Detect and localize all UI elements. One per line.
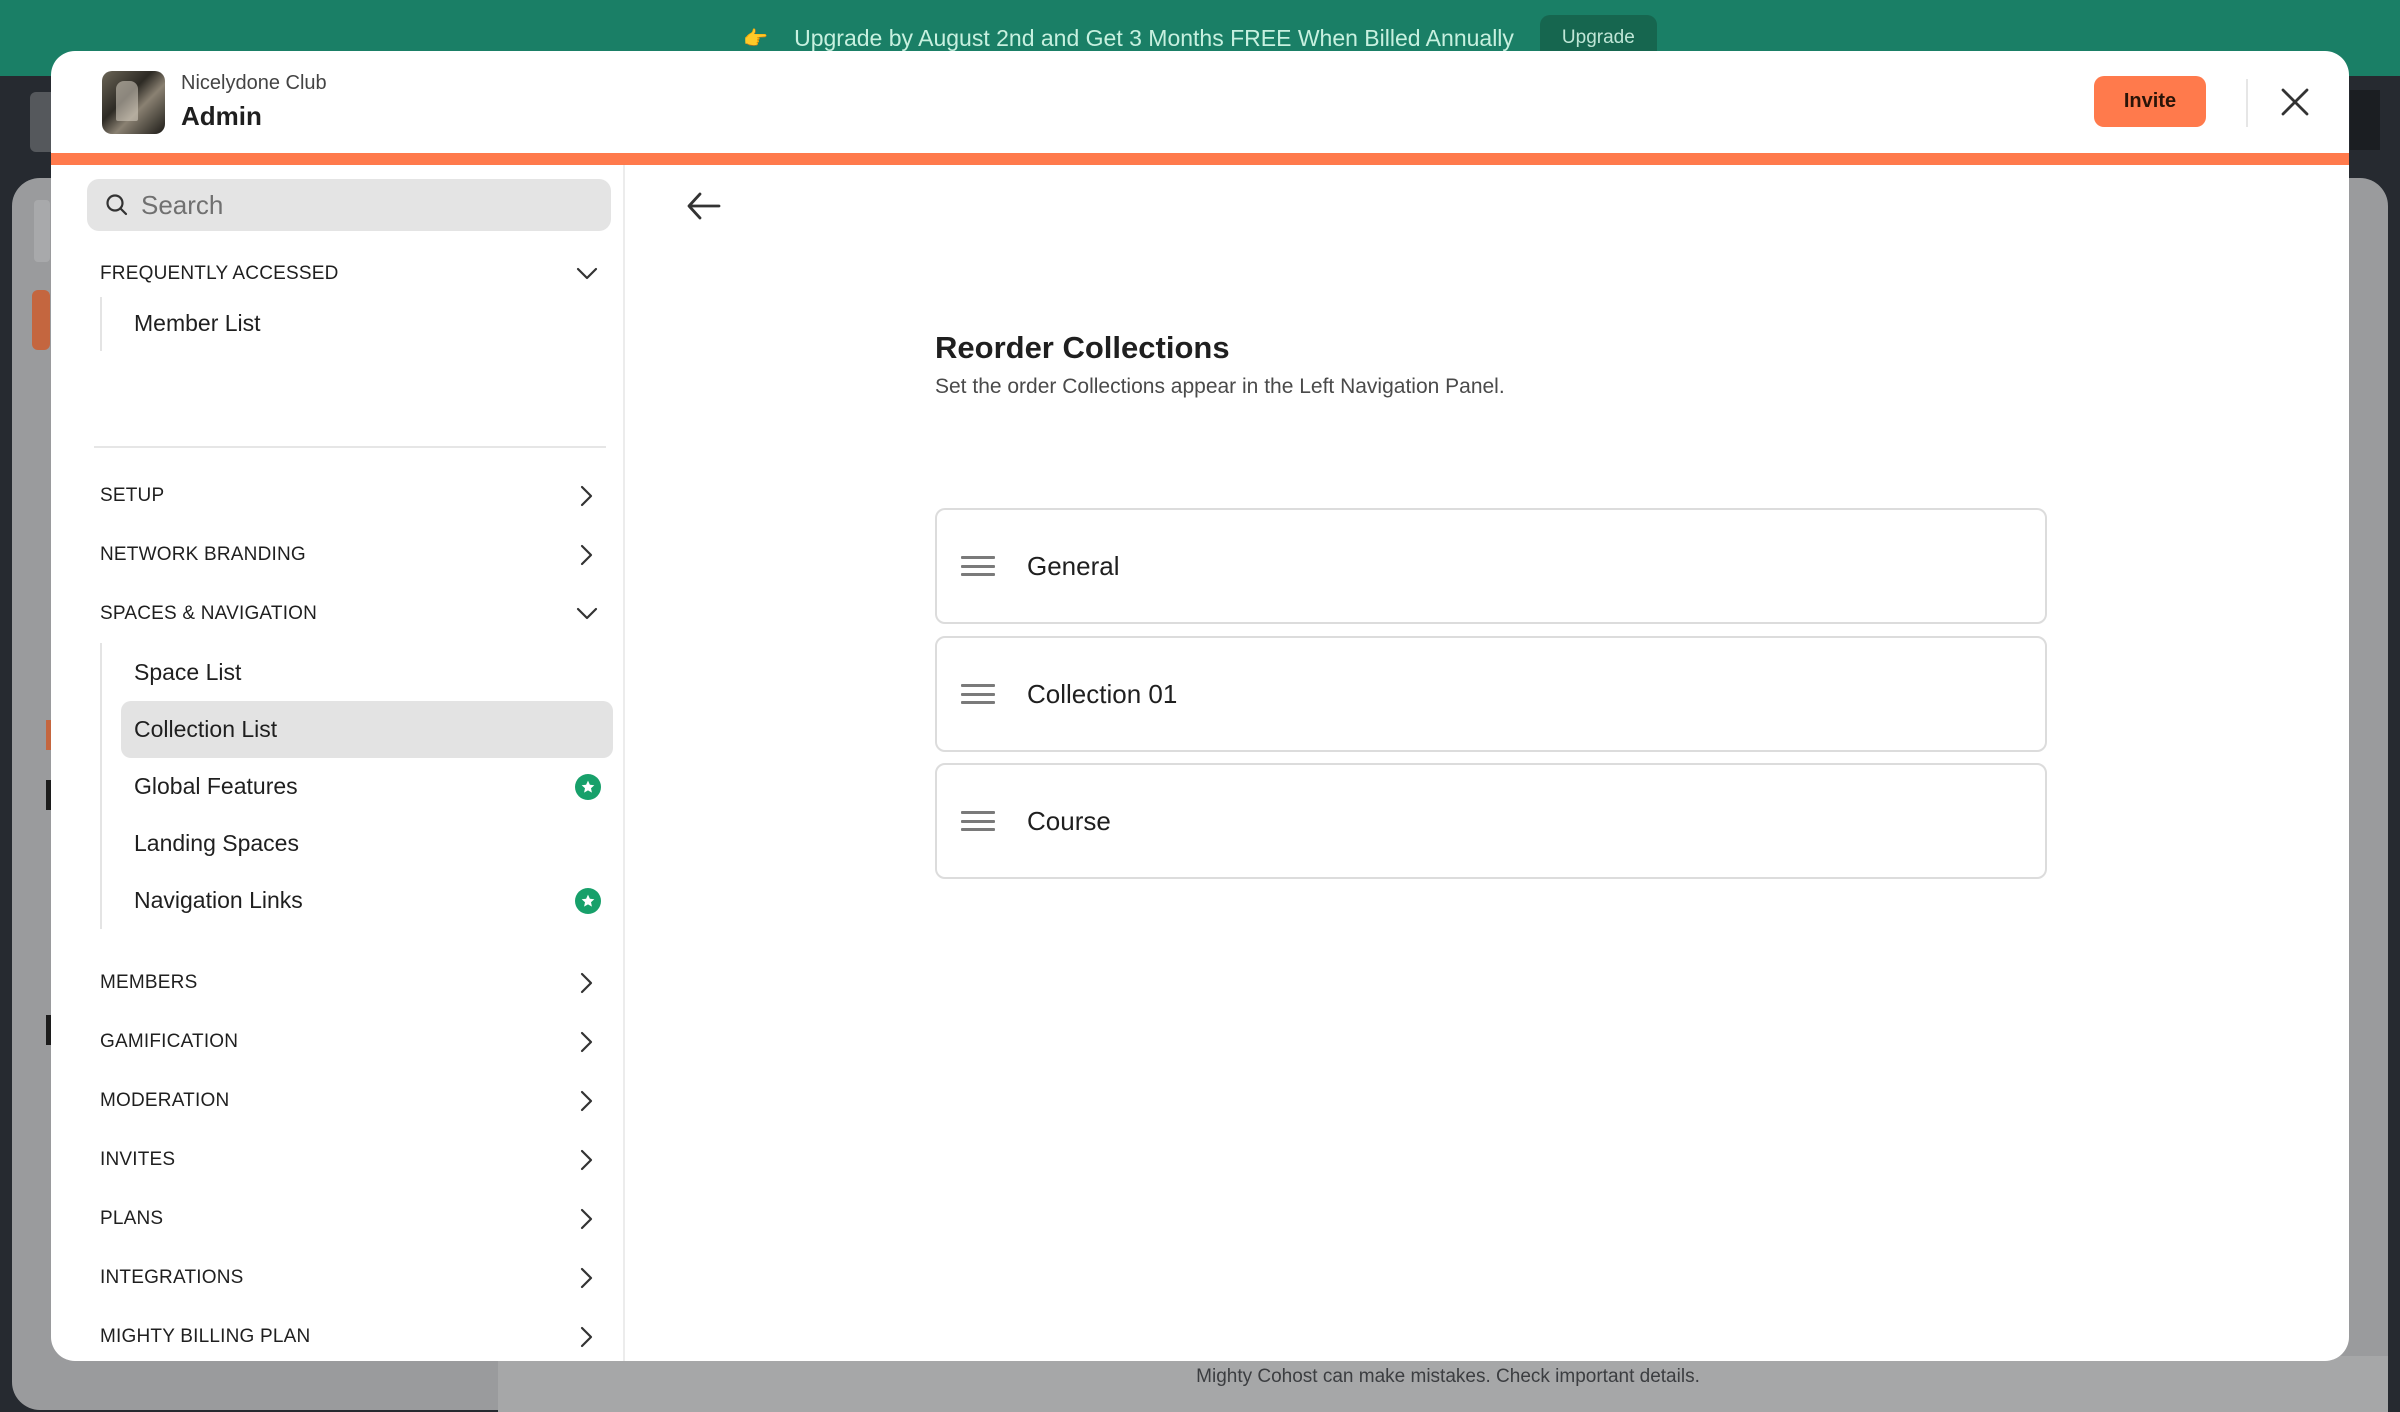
section-label: SETUP — [100, 485, 165, 506]
drag-handle-icon[interactable] — [961, 556, 995, 576]
collection-row[interactable]: Collection 01 — [935, 636, 2047, 752]
modal-body: FREQUENTLY ACCESSED Member List SETUP NE… — [51, 165, 2349, 1361]
chevron-right-icon — [574, 1324, 600, 1350]
section-plans[interactable]: PLANS — [100, 1199, 600, 1239]
section-label: INVITES — [100, 1149, 176, 1170]
modal-header: Nicelydone Club Admin Invite — [51, 51, 2349, 153]
section-mighty-billing-plan[interactable]: MIGHTY BILLING PLAN — [100, 1317, 600, 1357]
accent-bar — [51, 153, 2349, 165]
section-title: Reorder Collections — [935, 330, 1230, 365]
collection-row[interactable]: Course — [935, 763, 2047, 879]
section-gamification[interactable]: GAMIFICATION — [100, 1022, 600, 1062]
section-label: MODERATION — [100, 1090, 230, 1111]
close-icon — [2281, 88, 2309, 116]
search-box[interactable] — [87, 179, 611, 231]
chevron-right-icon — [574, 1265, 600, 1291]
search-input[interactable] — [141, 189, 581, 221]
background-footer-note: Mighty Cohost can make mistakes. Check i… — [1196, 1366, 1700, 1387]
collection-name: Course — [1027, 805, 1111, 836]
section-members[interactable]: MEMBERS — [100, 963, 600, 1003]
spaces-navigation-list — [100, 643, 102, 929]
pointing-hand-icon: 👉 — [743, 27, 769, 50]
sidebar-item-label: Global Features — [134, 773, 298, 799]
chevron-right-icon — [574, 1206, 600, 1232]
section-label: MIGHTY BILLING PLAN — [100, 1326, 311, 1347]
sidebar-item-space-list[interactable]: Space List — [121, 644, 613, 701]
sidebar-item-label: Member List — [134, 310, 261, 336]
drag-handle-icon[interactable] — [961, 811, 995, 831]
chevron-right-icon — [574, 1088, 600, 1114]
chevron-right-icon — [574, 1029, 600, 1055]
background-accent — [32, 290, 50, 350]
search-icon — [106, 194, 128, 216]
section-invites[interactable]: INVITES — [100, 1140, 600, 1180]
club-name: Nicelydone Club — [181, 72, 327, 94]
star-badge-icon — [575, 887, 601, 914]
club-avatar — [102, 70, 165, 134]
sidebar-item-navigation-links[interactable]: Navigation Links — [121, 872, 613, 929]
sidebar-item-label: Space List — [134, 659, 242, 685]
sidebar-item-global-features[interactable]: Global Features — [121, 758, 613, 815]
invite-button[interactable]: Invite — [2094, 76, 2206, 127]
club-info: Nicelydone Club Admin — [181, 72, 327, 132]
admin-modal: Nicelydone Club Admin Invite FREQUENTLY … — [51, 51, 2349, 1361]
arrow-left-icon — [687, 192, 721, 220]
promo-text: Upgrade by August 2nd and Get 3 Months F… — [794, 24, 1514, 51]
section-label: GAMIFICATION — [100, 1031, 239, 1052]
chevron-right-icon — [574, 542, 600, 568]
chevron-down-icon — [574, 261, 600, 287]
main-content: Reorder Collections Set the order Collec… — [625, 165, 2349, 1361]
sidebar-item-collection-list[interactable]: Collection List — [121, 701, 613, 758]
close-button[interactable] — [2273, 80, 2317, 124]
section-label: INTEGRATIONS — [100, 1267, 244, 1288]
section-setup[interactable]: SETUP — [100, 476, 600, 516]
section-label: NETWORK BRANDING — [100, 544, 306, 565]
sidebar-item-label: Landing Spaces — [134, 830, 299, 856]
chevron-right-icon — [574, 1147, 600, 1173]
frequently-accessed-list — [100, 297, 102, 351]
section-frequently-accessed[interactable]: FREQUENTLY ACCESSED — [100, 254, 600, 294]
section-moderation[interactable]: MODERATION — [100, 1081, 600, 1121]
background-edge — [2350, 90, 2380, 150]
sidebar-item-member-list[interactable]: Member List — [121, 295, 613, 352]
page-title: Admin — [181, 101, 262, 131]
back-button[interactable] — [681, 183, 727, 229]
section-label: SPACES & NAVIGATION — [100, 603, 318, 624]
section-spaces-navigation[interactable]: SPACES & NAVIGATION — [100, 594, 600, 634]
chevron-right-icon — [574, 970, 600, 996]
drag-handle-icon[interactable] — [961, 684, 995, 704]
sidebar-item-landing-spaces[interactable]: Landing Spaces — [121, 815, 613, 872]
sidebar-item-label: Collection List — [134, 716, 278, 742]
section-label: PLANS — [100, 1208, 164, 1229]
admin-sidebar: FREQUENTLY ACCESSED Member List SETUP NE… — [51, 165, 625, 1361]
header-divider — [2246, 79, 2248, 127]
collection-name: General — [1027, 550, 1120, 581]
background-tab — [34, 200, 50, 262]
sidebar-divider — [94, 446, 606, 448]
section-subtitle: Set the order Collections appear in the … — [935, 375, 1505, 398]
section-label: FREQUENTLY ACCESSED — [100, 263, 339, 284]
section-integrations[interactable]: INTEGRATIONS — [100, 1258, 600, 1298]
chevron-down-icon — [574, 601, 600, 627]
collection-name: Collection 01 — [1027, 678, 1178, 709]
sidebar-item-label: Navigation Links — [134, 887, 303, 913]
chevron-right-icon — [574, 483, 600, 509]
collection-row[interactable]: General — [935, 508, 2047, 624]
section-label: MEMBERS — [100, 972, 198, 993]
section-network-branding[interactable]: NETWORK BRANDING — [100, 535, 600, 575]
star-badge-icon — [575, 773, 601, 800]
